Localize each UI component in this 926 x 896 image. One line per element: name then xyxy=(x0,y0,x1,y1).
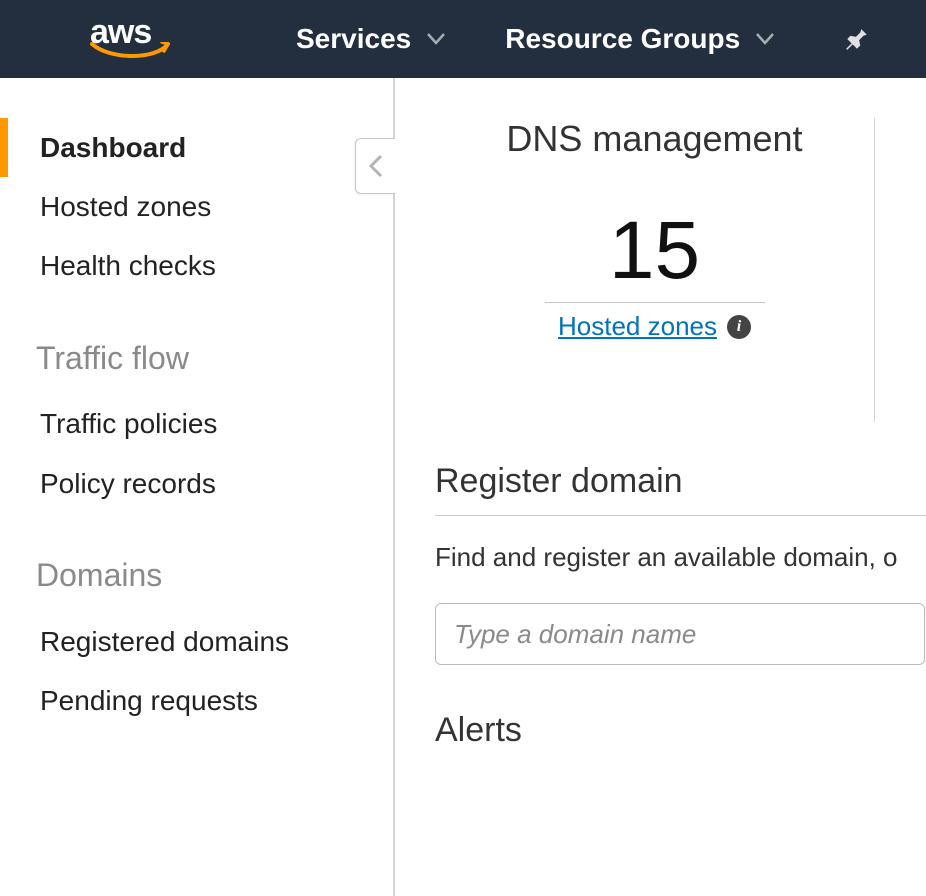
info-icon[interactable]: i xyxy=(727,315,751,339)
alerts-title: Alerts xyxy=(435,711,926,750)
sidebar-item-registered-domains[interactable]: Registered domains xyxy=(0,612,393,671)
chevron-left-icon xyxy=(369,155,383,177)
sidebar-item-dashboard[interactable]: Dashboard xyxy=(0,118,393,177)
nav-resource-groups[interactable]: Resource Groups xyxy=(505,23,774,55)
sidebar-item-hosted-zones[interactable]: Hosted zones xyxy=(0,177,393,236)
sidebar-section-traffic-flow: Traffic flow xyxy=(0,326,393,391)
register-domain-title: Register domain xyxy=(435,462,926,516)
nav-services-label: Services xyxy=(296,23,411,55)
register-domain-description: Find and register an available domain, o xyxy=(435,542,926,573)
sidebar-item-health-checks[interactable]: Health checks xyxy=(0,236,393,295)
top-nav: aws Services Resource Groups xyxy=(0,0,926,78)
chevron-down-icon xyxy=(756,33,774,45)
chevron-down-icon xyxy=(427,33,445,45)
aws-logo[interactable]: aws xyxy=(90,18,176,60)
nav-services[interactable]: Services xyxy=(296,23,445,55)
sidebar-item-pending-requests[interactable]: Pending requests xyxy=(0,671,393,730)
collapse-sidebar-button[interactable] xyxy=(355,138,395,194)
main-content: DNS management 15 Hosted zones i Registe… xyxy=(395,78,926,896)
sidebar-item-traffic-policies[interactable]: Traffic policies xyxy=(0,394,393,453)
dns-management-title: DNS management xyxy=(445,118,865,160)
domain-name-input[interactable] xyxy=(435,603,925,665)
aws-smile-icon xyxy=(90,42,176,60)
nav-resource-groups-label: Resource Groups xyxy=(505,23,740,55)
hosted-zones-count: 15 xyxy=(609,210,700,292)
sidebar: Dashboard Hosted zones Health checks Tra… xyxy=(0,78,395,896)
pin-icon[interactable] xyxy=(844,26,870,52)
sidebar-section-domains: Domains xyxy=(0,543,393,608)
alerts-section: Alerts xyxy=(435,711,926,750)
hosted-zones-link[interactable]: Hosted zones xyxy=(558,311,717,342)
sidebar-item-policy-records[interactable]: Policy records xyxy=(0,454,393,513)
register-domain-section: Register domain Find and register an ava… xyxy=(435,462,926,665)
dns-management-panel: DNS management 15 Hosted zones i xyxy=(435,118,875,422)
